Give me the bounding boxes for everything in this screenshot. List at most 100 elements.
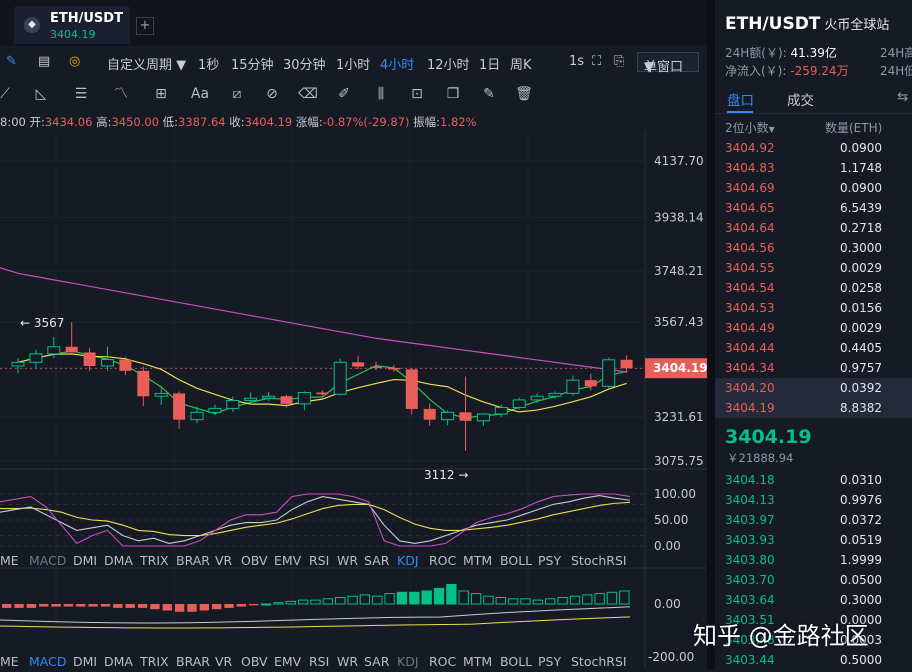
wave-icon[interactable]: 〽 [110,84,132,104]
period-4h[interactable]: 4小时 [380,54,414,73]
bid-row[interactable]: 3403.97 0.0372 [715,510,912,530]
indicator-tab-lower[interactable]: EMV [274,654,301,669]
tab-trades[interactable]: 成交 [787,89,814,109]
indicator-tab-upper[interactable]: DMA [104,553,133,568]
ask-row[interactable]: 3404.20 0.0392 [715,378,912,398]
ask-row[interactable]: 3404.44 0.4405 [715,338,912,358]
fullscreen-icon[interactable]: ⛶ [592,54,601,69]
indicator-tab-upper[interactable]: ME [0,553,19,568]
period-1s[interactable]: 1秒 [198,54,219,73]
indicator-tab-upper[interactable]: TRIX [140,553,169,568]
indicator-tab-lower[interactable]: TRIX [140,654,169,669]
indicator-tab-lower[interactable]: SAR [364,654,389,669]
period-1d[interactable]: 1日 [479,54,500,73]
indicator-tab-upper[interactable]: MTM [463,553,492,568]
bid-row[interactable]: 3403.70 0.0500 [715,570,912,590]
indicator-tab-upper[interactable]: MACD [29,553,66,568]
ask-row[interactable]: 3404.69 0.0900 [715,178,912,198]
indicator-tab-lower[interactable]: MTM [463,654,492,669]
indicator-tab-upper[interactable]: VR [215,553,232,568]
indicator-tab-upper[interactable]: WR [337,553,358,568]
indicator-tab-lower[interactable]: KDJ [397,654,419,669]
indicator-tab-upper[interactable]: BRAR [176,553,210,568]
ask-row[interactable]: 3404.54 0.0258 [715,278,912,298]
clock-icon[interactable]: ◎ [69,54,80,69]
edit-icon[interactable]: ✎ [478,84,500,104]
indicator-tab-lower[interactable]: ROC [429,654,456,669]
indicator-tab-lower[interactable]: ME [0,654,19,669]
period-15m[interactable]: 15分钟 [231,54,274,73]
layout-icon[interactable]: ⇆ [897,89,908,105]
symbol-tab[interactable]: ◆ ETH/USDT 3404.19 [14,6,130,44]
period-1h[interactable]: 1小时 [336,54,370,73]
indicator-tab-lower[interactable]: RSI [309,654,329,669]
ask-row[interactable]: 3404.64 0.2718 [715,218,912,238]
brush-icon[interactable]: ✐ [333,84,355,104]
bid-row[interactable]: 3403.44 0.5000 [715,650,912,670]
candles-icon[interactable]: ⫼ [370,84,392,104]
bid-row[interactable]: 3404.13 0.9976 [715,490,912,510]
period-week[interactable]: 周K [510,54,532,73]
indicator-tab-lower[interactable]: DMI [73,654,97,669]
trend-line-icon[interactable]: ⟋ [0,84,16,104]
custom-period-select[interactable]: 自定义周期 ▼ [107,54,186,73]
indicator-tab-upper[interactable]: RSI [309,553,329,568]
indicator-tab-upper[interactable]: BOLL [500,553,532,568]
ask-row[interactable]: 3404.53 0.0156 [715,298,912,318]
screenshot-icon[interactable]: ⎘ [614,54,624,69]
add-shape-icon[interactable]: ⊞ [150,84,172,104]
trash-icon[interactable]: 🗑 [513,84,535,104]
decimals-select[interactable]: 2位小数▼ [725,121,775,135]
indicator-tab-upper[interactable]: OBV [241,553,268,568]
bid-row[interactable]: 3403.64 0.3000 [715,590,912,610]
indicator-tab-upper[interactable]: DMI [73,553,97,568]
ask-row[interactable]: 3404.34 0.9757 [715,358,912,378]
text-icon[interactable]: Aa [189,84,211,104]
window-mode-select[interactable]: 单窗口 ▼ [637,52,699,75]
indicator-tab-lower[interactable]: BRAR [176,654,210,669]
macd-bar [174,604,185,612]
indicator-tab-lower[interactable]: BOLL [500,654,532,669]
indicator-tab-lower[interactable]: StochRSI [571,654,627,669]
bid-row[interactable]: 3403.80 1.9999 [715,550,912,570]
tick-toggle[interactable]: 1s [569,54,584,69]
indicator-tab-lower[interactable]: VR [215,654,232,669]
ask-row[interactable]: 3404.49 0.0029 [715,318,912,338]
ask-row[interactable]: 3404.56 0.3000 [715,238,912,258]
indicator-tab-upper[interactable]: PSY [538,553,561,568]
bid-quantity: 0.0519 [840,533,882,547]
indicator-tab-lower[interactable]: OBV [241,654,268,669]
indicator-tab-upper[interactable]: ROC [429,553,456,568]
tab-orderbook[interactable]: 盘口 [727,89,754,109]
candlestick-chart[interactable]: 4137.70 3938.14 3748.21 3567.43 3231.61 3075.… [0,130,707,669]
indicator-tab-upper[interactable]: EMV [274,553,301,568]
tab-price: 3404.19 [50,28,96,41]
pencil-icon[interactable]: ✎ [6,54,17,69]
period-30m[interactable]: 30分钟 [283,54,326,73]
ask-row[interactable]: 3404.55 0.0029 [715,258,912,278]
panel-divider[interactable] [707,0,715,669]
indicator-tab-upper[interactable]: StochRSI [571,553,627,568]
period-12h[interactable]: 12小时 [427,54,470,73]
ask-row[interactable]: 3404.92 0.0900 [715,138,912,158]
lock-icon[interactable]: ⊡ [406,84,428,104]
calendar-icon[interactable]: ▤ [38,54,50,69]
copy-icon[interactable]: ❐ [442,84,464,104]
bid-row[interactable]: 3404.18 0.0310 [715,470,912,490]
ruler-icon[interactable]: ⧄ [226,84,248,104]
ask-row[interactable]: 3404.19 8.8382 [715,398,912,418]
bid-row[interactable]: 3403.93 0.0519 [715,530,912,550]
horizontal-lines-icon[interactable]: ☰ [70,84,92,104]
indicator-tab-lower[interactable]: MACD [29,654,66,669]
eraser-icon[interactable]: ⌫ [297,84,319,104]
ask-row[interactable]: 3404.83 1.1748 [715,158,912,178]
add-tab-button[interactable]: + [136,17,154,35]
indicator-tab-lower[interactable]: PSY [538,654,561,669]
indicator-tab-upper[interactable]: SAR [364,553,389,568]
indicator-tab-upper[interactable]: KDJ [397,553,419,568]
indicator-tab-lower[interactable]: WR [337,654,358,669]
magnet-icon[interactable]: ⊘ [261,84,283,104]
ask-row[interactable]: 3404.65 6.5439 [715,198,912,218]
indicator-tab-lower[interactable]: DMA [104,654,133,669]
angle-icon[interactable]: ◺ [30,84,52,104]
